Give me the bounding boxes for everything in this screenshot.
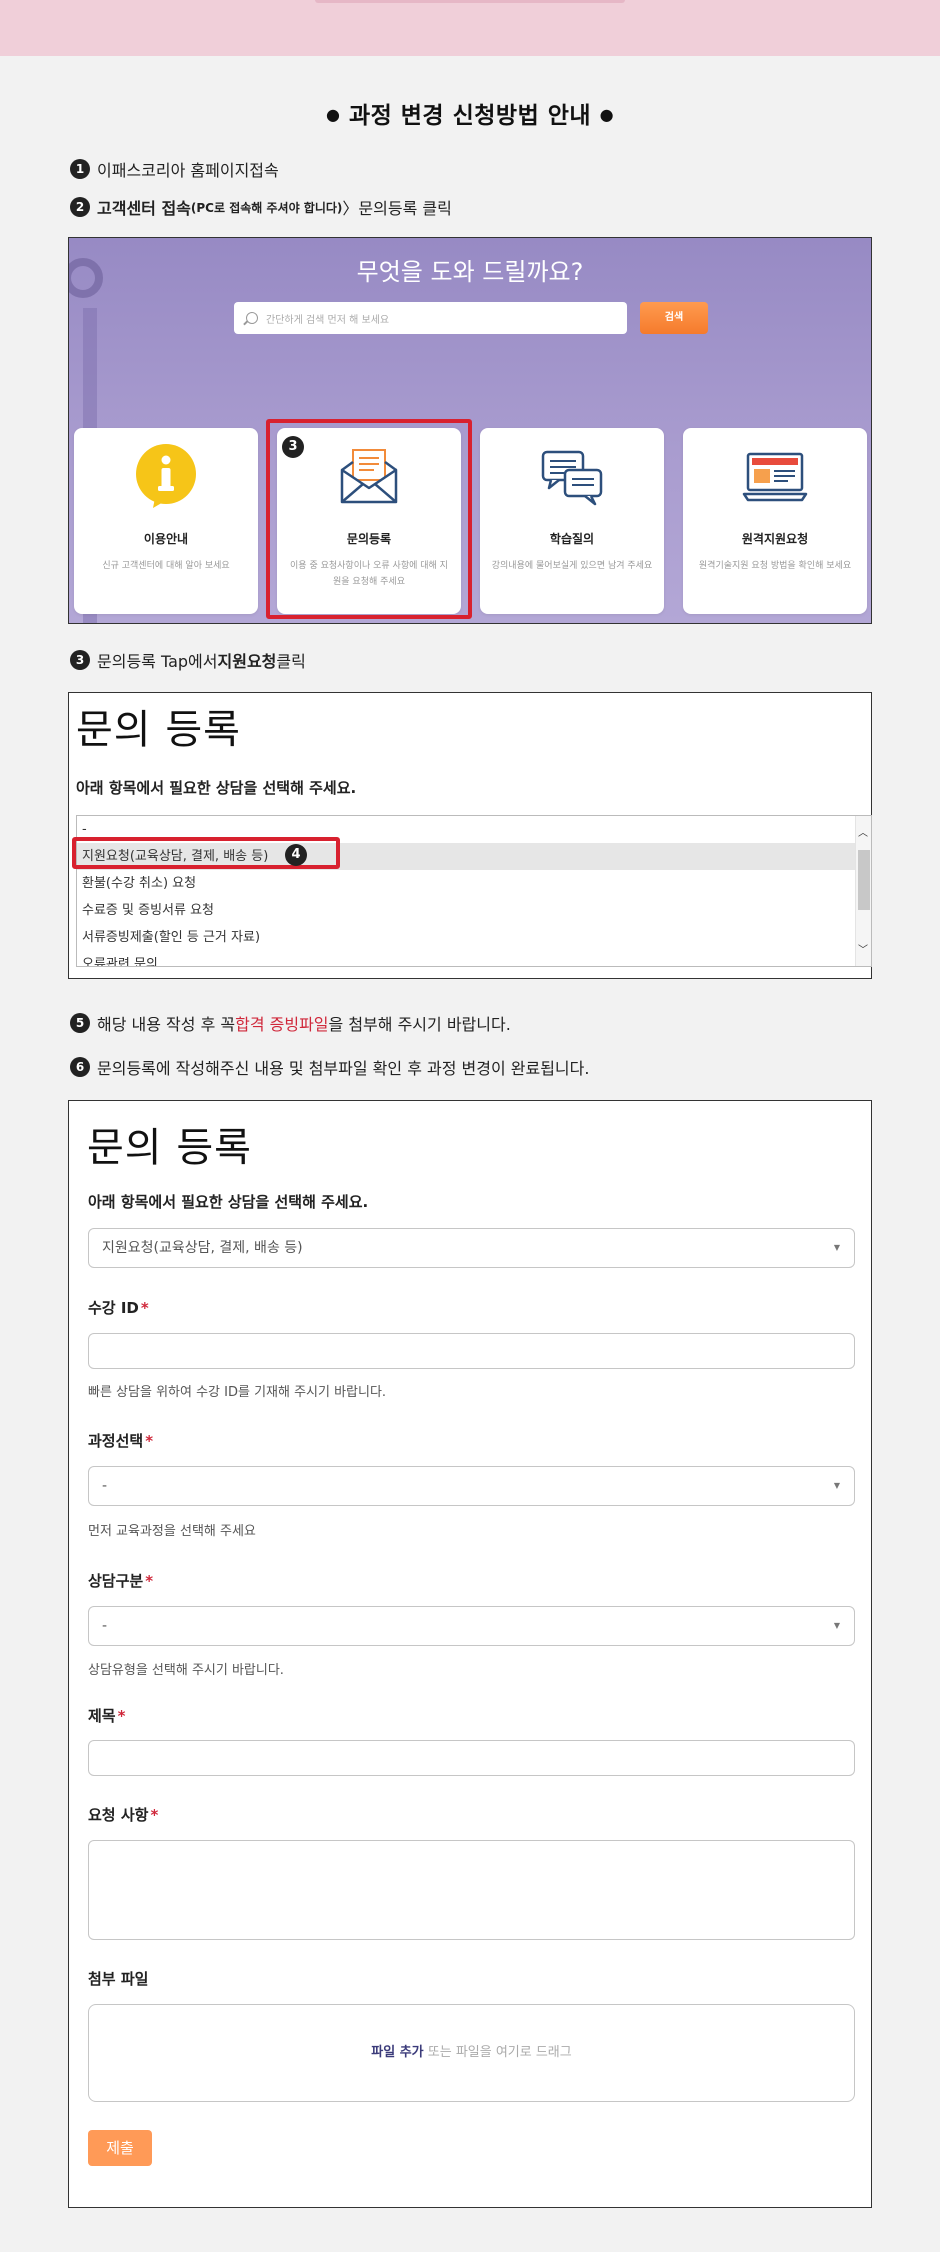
add-file-link[interactable]: 파일 추가	[371, 2045, 423, 2060]
card-usage-guide[interactable]: 이용안내 신규 고객센터에 대해 알아 보세요	[74, 428, 258, 614]
category-select[interactable]: 지원요청(교육상담, 결제, 배송 등) ▼	[88, 1228, 855, 1268]
student-id-input[interactable]	[88, 1333, 855, 1369]
form-title: 문의 등록	[87, 1125, 252, 1171]
monitor-icon	[742, 452, 808, 502]
student-id-help: 빠른 상담을 위하여 수강 ID를 기재해 주시기 바랍니다.	[88, 1385, 387, 1400]
submit-button[interactable]: 제출	[88, 2130, 152, 2166]
form-subtitle: 아래 항목에서 필요한 상담을 선택해 주세요.	[88, 1193, 369, 1211]
step-6: 6 문의등록에 작성해주신 내용 및 첨부파일 확인 후 과정 변경이 완료됩니…	[70, 1055, 589, 1079]
file-dropzone[interactable]: 파일 추가 또는 파일을 여기로 드래그	[88, 2004, 855, 2102]
request-label: 요청 사항 *	[88, 1804, 158, 1825]
category-select-value: 지원요청(교육상담, 결제, 배송 등)	[102, 1240, 303, 1256]
card-desc: 신규 고객센터에 대해 알아 보세요	[102, 561, 230, 571]
inquiry-subtitle: 아래 항목에서 필요한 상담을 선택해 주세요.	[76, 779, 357, 797]
student-id-label: 수강 ID *	[88, 1297, 149, 1318]
category-option[interactable]: 오류관련 문의	[77, 951, 871, 966]
course-help: 먼저 교육과정을 선택해 주세요	[88, 1524, 256, 1539]
inquiry-title: 문의 등록	[76, 707, 241, 753]
consult-type-help: 상담유형을 선택해 주시기 바랍니다.	[88, 1663, 284, 1678]
category-option[interactable]: 환불(수강 취소) 요청	[77, 870, 871, 897]
category-option[interactable]: 서류증빙제출(할인 등 근거 자료)	[77, 924, 871, 951]
step-text: 문의등록에 작성해주신 내용 및 첨부파일 확인 후 과정 변경이 완료됩니다.	[97, 1059, 590, 1078]
card-learning-qa[interactable]: 학습질의 강의내용에 물어보실게 있으면 남겨 주세요	[480, 428, 664, 614]
step-2: 2 고객센터 접속 (PC로 접속해 주셔야 합니다) 〉문의등록 클릭	[70, 195, 452, 219]
card-label: 원격지원요청	[741, 532, 809, 546]
step-number: 6	[70, 1057, 90, 1077]
step-text: 해당 내용 작성 후 꼭	[97, 1015, 236, 1034]
attachment-label: 첨부 파일	[88, 1970, 149, 1988]
title-dot: ●	[325, 105, 341, 124]
required-mark: *	[140, 1299, 149, 1317]
chat-bubbles-icon	[541, 450, 603, 506]
listbox-scrollbar[interactable]: ︿ ﹀	[855, 816, 871, 966]
chevron-down-icon: ▼	[833, 1481, 840, 1490]
consult-type-label: 상담구분 *	[88, 1570, 153, 1591]
label-text: 제목	[88, 1707, 116, 1725]
consult-type-select-value: -	[102, 1618, 108, 1634]
subject-label: 제목 *	[88, 1705, 125, 1726]
label-text: 수강 ID	[88, 1299, 139, 1317]
step-text-bold: 지원요청	[217, 652, 277, 671]
step-text: 문의등록 Tap에서	[97, 652, 218, 671]
dropzone-hint: 또는 파일을 여기로 드래그	[423, 2045, 572, 2060]
step-text-highlight: 합격 증빙파일	[235, 1015, 329, 1034]
required-mark: *	[150, 1806, 159, 1824]
card-label: 이용안내	[143, 532, 189, 546]
inquiry-form-screenshot: 문의 등록 아래 항목에서 필요한 상담을 선택해 주세요. 지원요청(교육상담…	[68, 1100, 872, 2208]
search-button[interactable]: 검색	[640, 302, 708, 334]
course-select-value: -	[102, 1478, 108, 1494]
guide-title: ● 과정 변경 신청방법 안내 ●	[0, 96, 940, 130]
request-textarea[interactable]	[88, 1840, 855, 1940]
required-mark: *	[145, 1572, 154, 1590]
consult-type-select[interactable]: - ▼	[88, 1606, 855, 1646]
top-banner	[0, 0, 940, 56]
title-dot: ●	[599, 105, 615, 124]
required-mark: *	[145, 1432, 154, 1450]
step-number: 1	[70, 159, 90, 179]
search-placeholder: 간단하게 검색 먼저 해 보세요	[266, 314, 390, 326]
search-icon	[246, 312, 258, 324]
step-text: 이패스코리아 홈페이지접속	[97, 161, 279, 180]
inquiry-category-screenshot: 문의 등록 아래 항목에서 필요한 상담을 선택해 주세요. - 지원요청(교육…	[68, 692, 872, 979]
step-3: 3 문의등록 Tap에서 지원요청 클릭	[70, 648, 306, 672]
step-text: 클릭	[276, 652, 306, 671]
guide-title-text: 과정 변경 신청방법 안내	[348, 103, 592, 129]
help-center-screenshot: 무엇을 도와 드릴까요? 간단하게 검색 먼저 해 보세요 검색 이용안내 신규…	[68, 237, 872, 624]
card-desc: 원격기술지원 요청 방법을 확인해 보세요	[698, 561, 852, 571]
step-badge: 4	[285, 844, 307, 866]
step-text-bold: 고객센터 접속	[97, 199, 191, 218]
course-select[interactable]: - ▼	[88, 1466, 855, 1506]
step-badge: 3	[282, 436, 304, 458]
banner-tab	[315, 0, 625, 3]
chevron-down-icon: ▼	[833, 1243, 840, 1252]
card-desc: 강의내용에 물어보실게 있으면 남겨 주세요	[491, 561, 653, 571]
chevron-up-icon[interactable]: ︿	[858, 824, 868, 839]
step-number: 3	[70, 650, 90, 670]
course-label: 과정선택 *	[88, 1430, 153, 1451]
required-mark: *	[117, 1707, 126, 1725]
help-center-title: 무엇을 도와 드릴까요?	[356, 258, 584, 286]
label-text: 요청 사항	[88, 1806, 149, 1824]
step-number: 5	[70, 1013, 90, 1033]
chevron-down-icon: ▼	[833, 1621, 840, 1630]
info-icon	[136, 444, 196, 508]
chevron-down-icon[interactable]: ﹀	[858, 941, 868, 956]
label-text: 과정선택	[88, 1432, 144, 1450]
step-5: 5 해당 내용 작성 후 꼭 합격 증빙파일 을 첨부해 주시기 바랍니다.	[70, 1011, 511, 1035]
step-note: (PC로 접속해 주셔야 합니다)	[190, 200, 343, 215]
step-number: 2	[70, 197, 90, 217]
label-text: 상담구분	[88, 1572, 144, 1590]
step-text: 〉문의등록 클릭	[342, 199, 452, 218]
card-label: 학습질의	[549, 532, 595, 546]
subject-input[interactable]	[88, 1740, 855, 1776]
category-option[interactable]: 수료증 및 증빙서류 요청	[77, 897, 871, 924]
card-remote-support[interactable]: 원격지원요청 원격기술지원 요청 방법을 확인해 보세요	[683, 428, 867, 614]
help-search-input[interactable]: 간단하게 검색 먼저 해 보세요	[234, 302, 627, 334]
step-text: 을 첨부해 주시기 바랍니다.	[328, 1015, 511, 1034]
scrollbar-thumb[interactable]	[858, 850, 870, 910]
step-1: 1 이패스코리아 홈페이지접속	[70, 157, 279, 181]
